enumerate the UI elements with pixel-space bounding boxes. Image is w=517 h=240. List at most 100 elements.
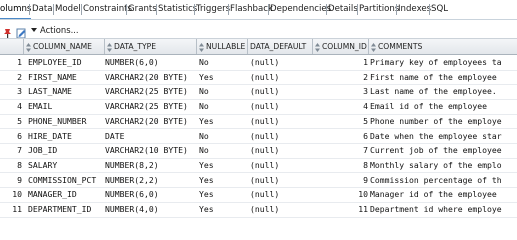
column-header-column-id[interactable]: COLUMN_ID (313, 39, 369, 54)
actions-label: Actions... (40, 25, 79, 35)
tab-divider (326, 4, 327, 15)
tab-sql[interactable]: SQL (431, 0, 448, 19)
tab-label: Constraints (83, 4, 133, 14)
tab-label: Grants (128, 4, 157, 14)
tab-label: Model (55, 4, 81, 14)
sort-icon (107, 42, 112, 52)
table-row[interactable]: 6 HIRE_DATE DATE No (null) 6 Date when the emp… (0, 129, 517, 145)
tab-divider (429, 4, 430, 15)
row-number: 2 (17, 71, 22, 82)
tab-indexes[interactable]: Indexes (398, 0, 431, 19)
column-header-comments[interactable]: COMMENTS (369, 39, 517, 54)
row-number-header (0, 39, 24, 54)
grid-header: COLUMN_NAME DATA_TYPE NULLABLE DATA_DEFA… (0, 38, 517, 55)
cell-column-name: HIRE_DATE (28, 130, 72, 141)
tab-divider (53, 4, 54, 15)
tab-details[interactable]: Details (328, 0, 358, 19)
cell-data-default: (null) (250, 130, 280, 141)
cell-nullable: No (199, 57, 209, 67)
row-number: 9 (17, 174, 22, 185)
table-row[interactable]: 7 JOB_ID VARCHAR2(10 BYTE) No (null) 7 Current… (0, 143, 517, 159)
column-header-nullable[interactable]: NULLABLE (197, 39, 248, 54)
cell-column-name: EMPLOYEE_ID (28, 57, 82, 67)
tab-divider (396, 4, 397, 15)
cell-comments: Date when the employee star (370, 130, 502, 141)
cell-comments: Current job of the employee (370, 145, 502, 156)
cell-column-id: 10 (358, 189, 368, 200)
edit-icon[interactable] (16, 24, 27, 39)
cell-data-default: (null) (250, 189, 280, 200)
column-header-data-type[interactable]: DATA_TYPE (105, 39, 197, 54)
tab-label: Partitions (359, 4, 400, 14)
row-number: 7 (17, 145, 22, 156)
cell-column-name: JOB_ID (28, 145, 58, 156)
cell-comments: Commission percentage of th (370, 174, 502, 185)
cell-nullable: No (199, 145, 209, 156)
row-number: 3 (17, 86, 22, 97)
cell-data-default: (null) (250, 204, 280, 214)
column-header-column-name[interactable]: COLUMN_NAME (24, 39, 105, 54)
tab-label: Details (328, 4, 358, 14)
table-row[interactable]: 5 PHONE_NUMBER VARCHAR2(20 BYTE) Yes (null) 5… (0, 114, 517, 130)
cell-column-id: 9 (363, 174, 368, 185)
cell-nullable: Yes (199, 71, 214, 82)
table-row[interactable]: 8 SALARY NUMBER(8,2) Yes (null) 8 Monthly sala… (0, 158, 517, 174)
tab-partitions[interactable]: Partitions (359, 0, 399, 19)
table-row[interactable]: 4 EMAIL VARCHAR2(25 BYTE) No (null) 4 Email id… (0, 99, 517, 115)
tab-statistics[interactable]: Statistics (158, 0, 197, 19)
table-row[interactable]: 1 EMPLOYEE_ID NUMBER(6,0) No (null) 1 Primary … (0, 55, 517, 71)
cell-column-id: 5 (363, 115, 368, 126)
cell-data-type: NUMBER(2,2) (105, 174, 159, 185)
cell-data-type: VARCHAR2(25 BYTE) (105, 101, 188, 112)
cell-data-default: (null) (250, 145, 280, 156)
cell-column-id: 7 (363, 145, 368, 156)
cell-column-name: EMAIL (28, 101, 53, 112)
cell-column-name: FIRST_NAME (28, 71, 77, 82)
table-row[interactable]: 10 MANAGER_ID NUMBER(6,0) Yes (null) 10 Manage… (0, 187, 517, 203)
row-number: 5 (17, 115, 22, 126)
cell-comments: Email id of the employee (370, 101, 487, 112)
tab-constraints[interactable]: Constraints (83, 0, 132, 19)
cell-comments: Manager id of the employee (370, 189, 497, 200)
tab-triggers[interactable]: Triggers (196, 0, 230, 19)
pin-icon[interactable] (2, 24, 13, 38)
cell-column-name: MANAGER_ID (28, 189, 77, 200)
columns-grid: COLUMN_NAME DATA_TYPE NULLABLE DATA_DEFA… (0, 38, 517, 228)
cell-data-default: (null) (250, 159, 280, 170)
tab-label: Indexes (398, 4, 432, 14)
tab-bar: olumns Data Model Constraints Grants Sta… (0, 0, 517, 20)
cell-nullable: No (199, 101, 209, 112)
tab-model[interactable]: Model (55, 0, 81, 19)
tab-data[interactable]: Data (32, 0, 53, 19)
cell-data-type: VARCHAR2(20 BYTE) (105, 115, 188, 126)
cell-column-id: 4 (363, 101, 368, 112)
cell-data-default: (null) (250, 71, 280, 82)
table-row[interactable]: 9 COMMISSION_PCT NUMBER(2,2) Yes (null) 9 Comm… (0, 173, 517, 189)
tab-divider (194, 4, 195, 15)
row-number: 4 (17, 101, 22, 112)
table-row[interactable]: 3 LAST_NAME VARCHAR2(25 BYTE) No (null) 3 Last… (0, 84, 517, 100)
tab-label: SQL (431, 4, 449, 14)
cell-comments: Monthly salary of the emplo (370, 159, 502, 170)
table-row[interactable]: 11 DEPARTMENT_ID NUMBER(4,0) Yes (null) 11 Dep… (0, 202, 517, 218)
cell-column-name: PHONE_NUMBER (28, 115, 87, 126)
cell-column-id: 2 (363, 71, 368, 82)
row-number: 8 (17, 159, 22, 170)
dropdown-caret-icon (31, 28, 37, 32)
sort-icon (26, 42, 31, 52)
tab-divider (228, 4, 229, 15)
cell-column-name: LAST_NAME (28, 86, 72, 97)
actions-menu-button[interactable]: Actions... (31, 23, 79, 37)
column-header-data-default[interactable]: DATA_DEFAULT (248, 39, 313, 54)
tab-columns[interactable]: olumns (0, 0, 32, 19)
tab-label: olumns (0, 4, 32, 14)
cell-column-id: 11 (358, 204, 368, 214)
tab-dependencies[interactable]: Dependencies (270, 0, 331, 19)
tab-divider (81, 4, 82, 15)
table-row[interactable]: 2 FIRST_NAME VARCHAR2(20 BYTE) Yes (null) 2 Fi… (0, 70, 517, 86)
cell-column-id: 1 (363, 57, 368, 67)
tab-grants[interactable]: Grants (128, 0, 157, 19)
tab-flashback[interactable]: Flashback (230, 0, 273, 19)
cell-column-name: DEPARTMENT_ID (28, 204, 92, 214)
row-number: 10 (12, 189, 22, 200)
